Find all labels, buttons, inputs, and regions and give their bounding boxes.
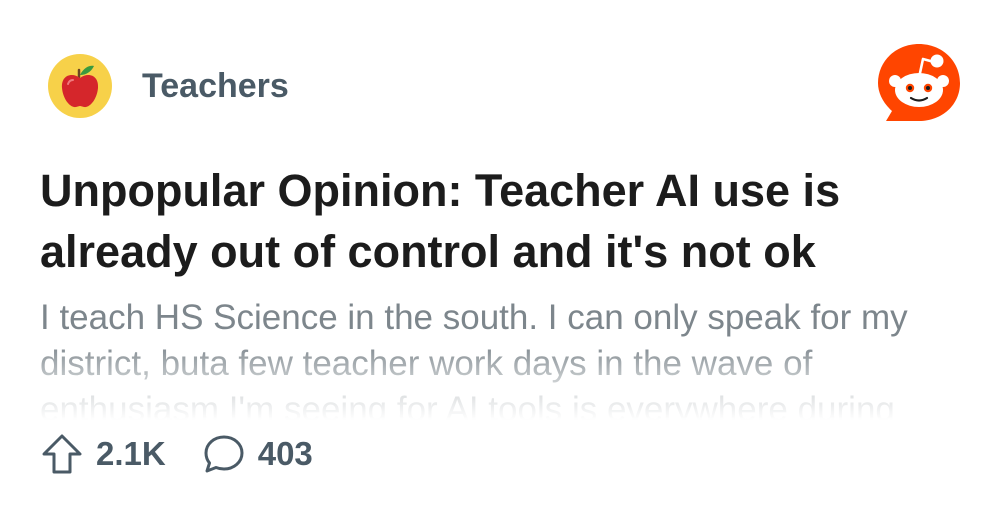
post-header: Teachers — [48, 54, 289, 118]
upvote-button[interactable]: 2.1K — [40, 432, 166, 476]
post-body-preview[interactable]: I teach HS Science in the south. I can o… — [40, 295, 960, 420]
apple-icon — [58, 63, 102, 109]
reddit-logo-icon[interactable] — [876, 42, 962, 128]
comment-bubble-icon[interactable] — [202, 432, 246, 476]
community-avatar[interactable] — [48, 54, 112, 118]
post-card[interactable]: Teachers Unpopular Opinion: Teacher AI u… — [0, 0, 1000, 521]
comments-button[interactable]: 403 — [202, 432, 313, 476]
comment-count: 403 — [257, 435, 313, 472]
upvote-arrow-icon[interactable] — [40, 432, 84, 476]
upvote-count: 2.1K — [96, 435, 166, 472]
community-name[interactable]: Teachers — [142, 67, 289, 106]
post-title[interactable]: Unpopular Opinion: Teacher AI use is alr… — [40, 160, 960, 282]
post-stats: 2.1K 403 — [40, 432, 313, 476]
